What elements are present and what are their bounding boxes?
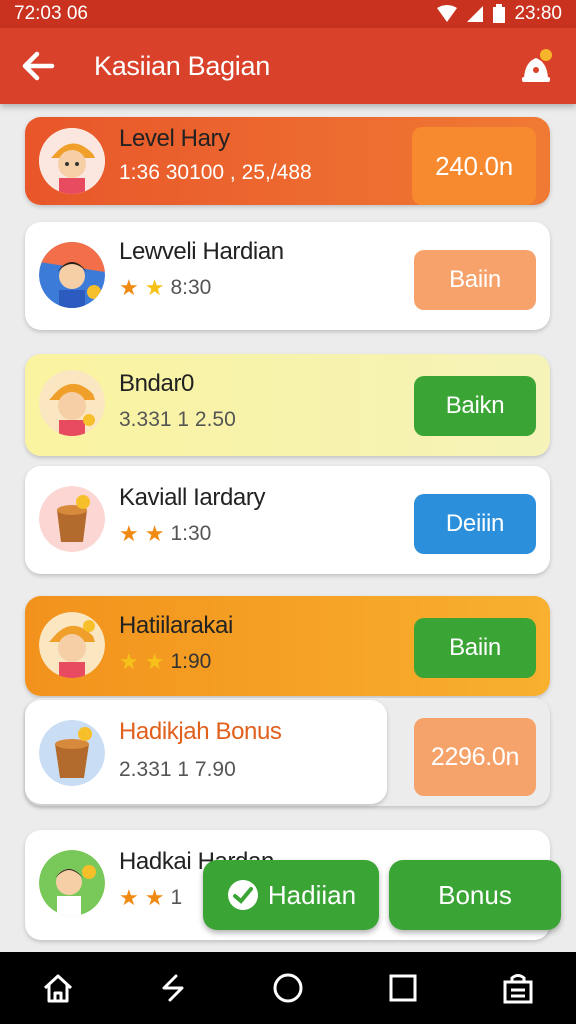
item-action-button[interactable]: Baiin: [414, 618, 536, 678]
shopping-bag-icon[interactable]: [501, 971, 535, 1005]
hadiian-label: Hadiian: [267, 879, 357, 910]
item-title: Level Hary: [119, 125, 230, 152]
star-icon: ★: [119, 885, 139, 910]
wifi-icon: [437, 5, 458, 22]
app-bar: Kasiian Bagian: [0, 28, 576, 104]
status-time-left: 72:03 06: [14, 3, 88, 24]
item-subtitle: 1:36 30100 , 25,/488: [119, 161, 312, 184]
recents-icon[interactable]: [386, 971, 420, 1005]
rewards-list: Level Hary 1:36 30100 , 25,/488 240.0n L…: [0, 104, 576, 952]
home-icon[interactable]: [41, 971, 75, 1005]
hadiian-fab[interactable]: Hadiian: [203, 860, 379, 930]
item-subtitle: 1: [170, 886, 183, 909]
item-subtitle: 8:30: [170, 276, 212, 299]
list-item[interactable]: Lewveli Hardian ★ ★ 8:30 Baiin: [25, 222, 550, 330]
item-subtitle: 1:30: [170, 522, 212, 545]
item-title: Bndar0: [119, 370, 194, 397]
item-title: Lewveli Hardian: [119, 238, 284, 265]
avatar: [39, 612, 105, 678]
signal-icon: [467, 6, 484, 22]
avatar: [39, 370, 105, 436]
item-action-button[interactable]: Baiin: [414, 250, 536, 310]
list-item[interactable]: Hatiilarakai ★ ★ 1:90 Baiin: [25, 596, 550, 696]
item-action-button[interactable]: 2296.0n: [414, 718, 536, 796]
item-subtitle: 1:90: [170, 650, 212, 673]
star-icon: ★: [144, 649, 165, 674]
item-action-button[interactable]: 240.0n: [412, 127, 536, 205]
item-action-button[interactable]: Baikn: [414, 376, 536, 436]
status-time-right: 23:80: [514, 3, 562, 24]
avatar: [39, 128, 105, 194]
star-icon: ★: [144, 521, 165, 546]
system-nav-bar: [0, 952, 576, 1024]
list-item[interactable]: Level Hary 1:36 30100 , 25,/488 240.0n: [25, 117, 550, 205]
bonus-label: Bonus: [438, 879, 512, 910]
item-action-button[interactable]: Deiiin: [414, 494, 536, 554]
back-icon[interactable]: [156, 971, 190, 1005]
notification-bell-icon[interactable]: [516, 46, 556, 86]
item-title: Hatiilarakai: [119, 612, 233, 639]
avatar: [39, 720, 105, 786]
status-bar: 72:03 06 23:80: [0, 0, 576, 28]
item-title: Kaviall Iardary: [119, 484, 266, 511]
avatar: [39, 242, 105, 308]
item-subtitle: 2.331 1 7.90: [119, 758, 236, 781]
star-icon: ★: [119, 275, 139, 300]
list-item[interactable]: Hadikjah Bonus 2.331 1 7.90: [25, 700, 387, 804]
star-icon: ★: [144, 885, 165, 910]
home-circle-icon[interactable]: [271, 971, 305, 1005]
page-title: Kasiian Bagian: [94, 50, 270, 81]
list-item[interactable]: Kaviall Iardary ★ ★ 1:30 Deiiin: [25, 466, 550, 574]
battery-icon: [493, 4, 506, 23]
bonus-fab[interactable]: Bonus: [389, 860, 561, 930]
item-subtitle: 3.331 1 2.50: [119, 408, 236, 431]
avatar: [39, 850, 105, 916]
avatar: [39, 486, 105, 552]
star-icon: ★: [119, 521, 139, 546]
refresh-check-icon: [227, 880, 258, 910]
item-title: Hadikjah Bonus: [119, 718, 282, 745]
star-icon: ★: [144, 275, 165, 300]
list-item[interactable]: Bndar0 3.331 1 2.50 Baikn: [25, 354, 550, 456]
star-icon: ★: [119, 649, 139, 674]
back-arrow-icon[interactable]: [20, 48, 56, 84]
